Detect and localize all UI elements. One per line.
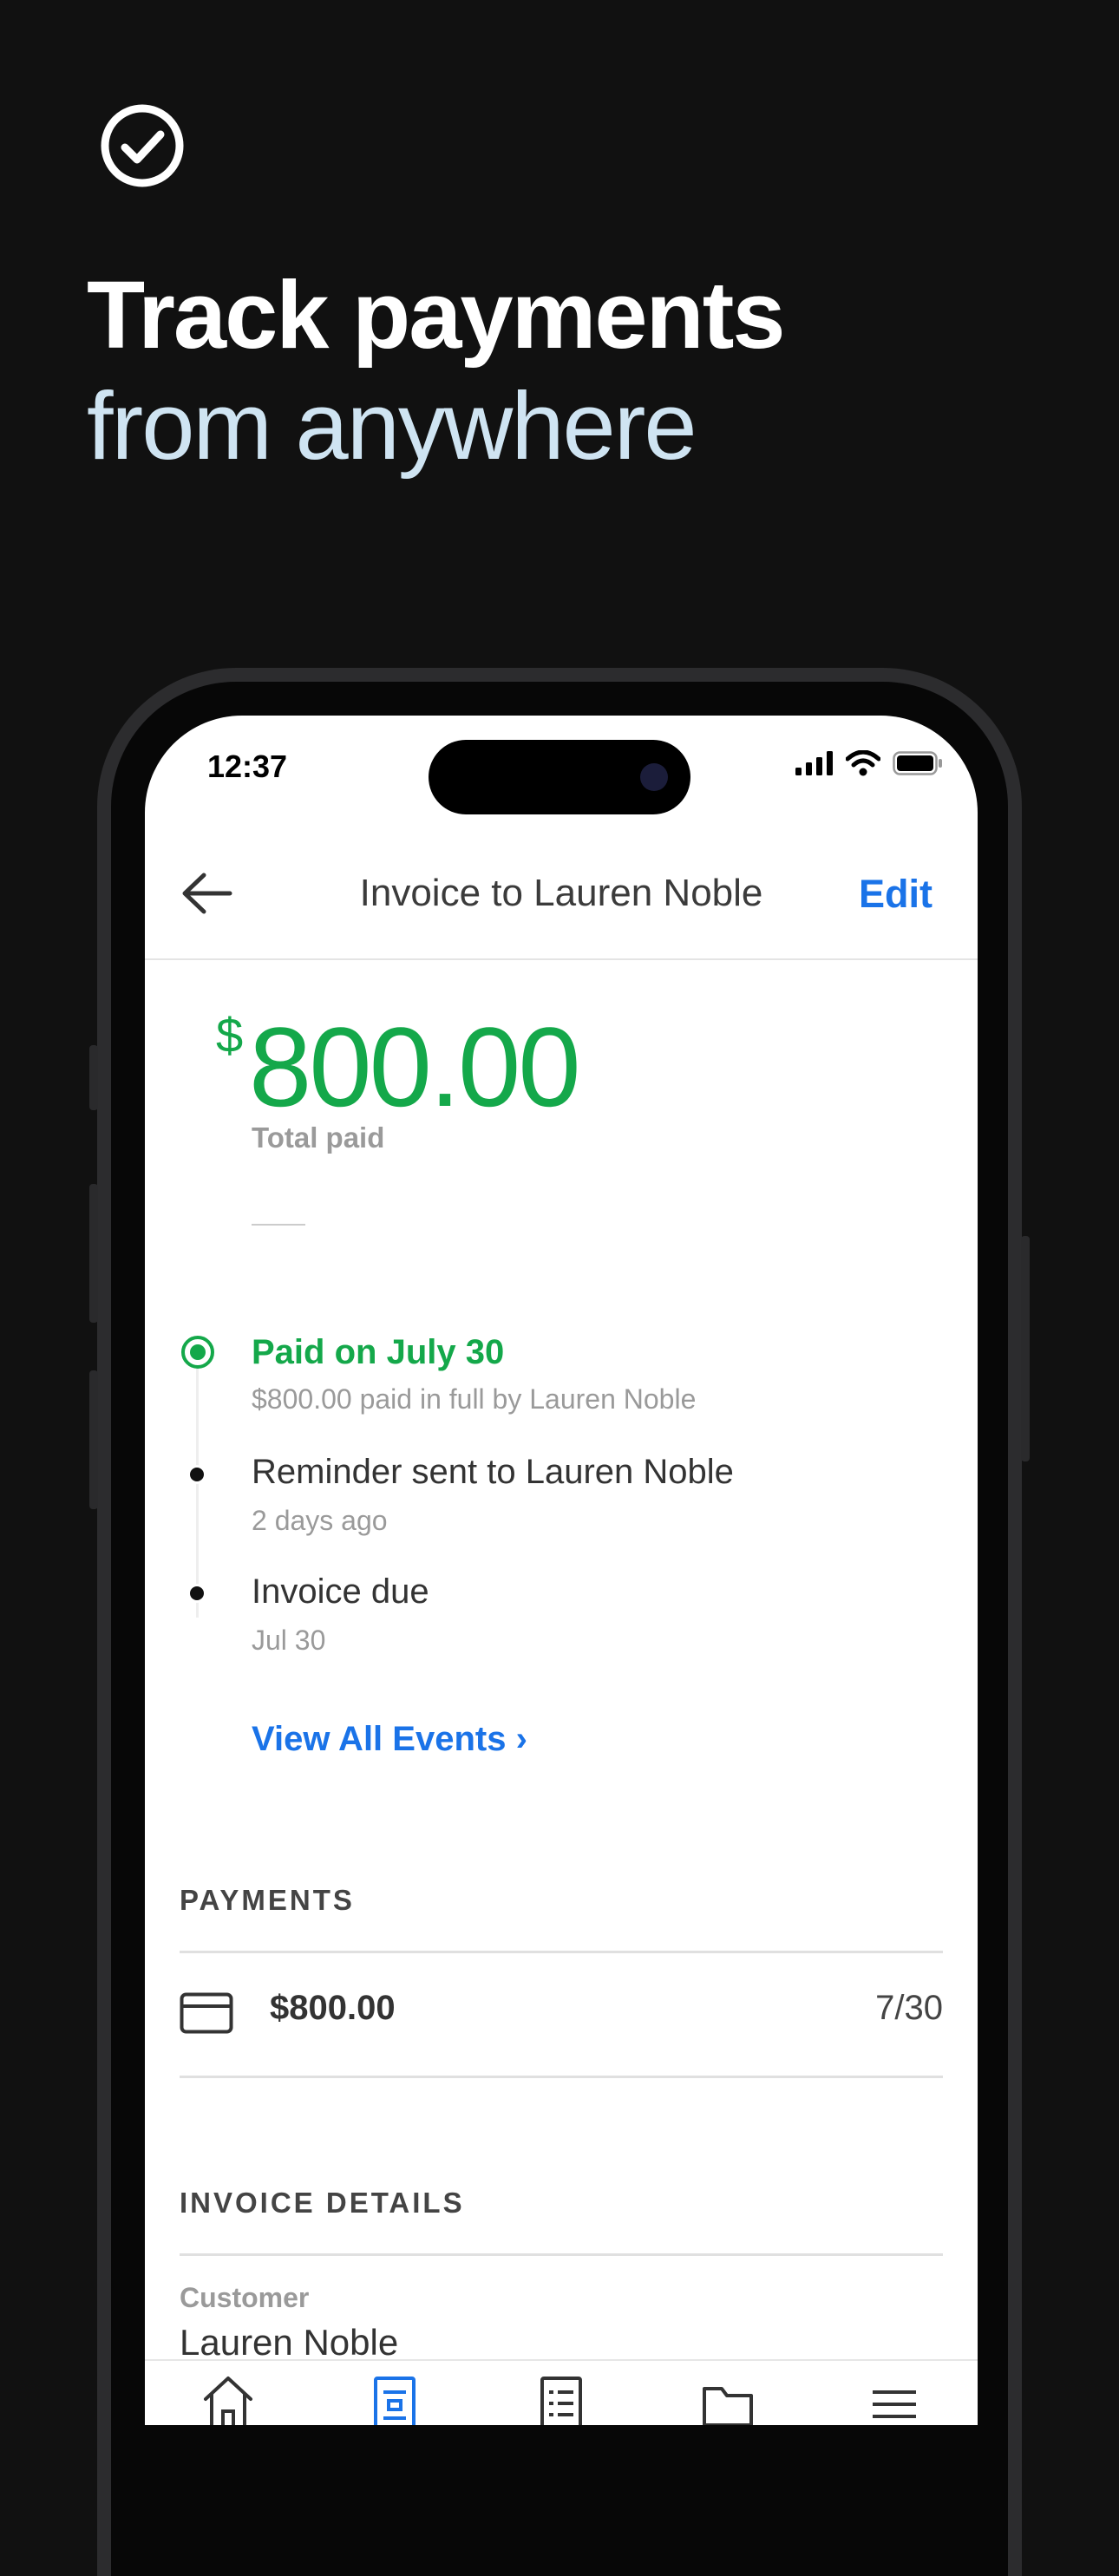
payment-row[interactable]: $800.00 7/30: [180, 1952, 943, 2074]
phone-power-button: [1021, 1236, 1030, 1461]
divider: [180, 2076, 943, 2078]
amount-value: 800.00: [249, 1004, 581, 1130]
credit-card-icon: [180, 1992, 233, 2034]
wifi-icon: [846, 750, 880, 776]
list-icon[interactable]: [534, 2373, 588, 2425]
view-all-events-link[interactable]: View All Events ›: [252, 1720, 527, 1759]
divider: [252, 1224, 305, 1226]
payments-header: PAYMENTS: [180, 1884, 355, 1916]
amount-label: Total paid: [252, 1121, 385, 1154]
timeline-line: [196, 1357, 199, 1618]
dynamic-island: [429, 740, 690, 814]
timeline-current-icon: [181, 1336, 214, 1369]
phone-screen: 12:37 Invoice to Lauren Noble Edit $ 800…: [145, 716, 978, 2425]
checkmark-circle-icon: [101, 104, 184, 187]
timeline-title: Invoice due: [252, 1572, 429, 1611]
currency-symbol: $: [216, 1008, 244, 1062]
status-icons: [795, 750, 943, 776]
menu-icon[interactable]: [867, 2373, 921, 2425]
timeline-dot-icon: [187, 1465, 206, 1484]
timeline-subtitle: 2 days ago: [252, 1505, 388, 1536]
phone-volume-down: [89, 1370, 98, 1509]
headline-line-2: from anywhere: [87, 373, 697, 480]
timeline-title: Paid on July 30: [252, 1333, 505, 1371]
nav-bar: Invoice to Lauren Noble Edit: [145, 828, 978, 960]
payment-date: 7/30: [875, 1989, 943, 2027]
invoice-details-header: INVOICE DETAILS: [180, 2187, 465, 2219]
payment-amount: $800.00: [270, 1989, 396, 2027]
customer-value: Lauren Noble: [180, 2322, 399, 2363]
nav-title: Invoice to Lauren Noble: [359, 872, 763, 914]
folder-icon[interactable]: [701, 2373, 755, 2425]
headline-line-1: Track payments: [87, 262, 786, 369]
phone-volume-up: [89, 1184, 98, 1323]
battery-icon: [893, 751, 942, 775]
invoices-icon[interactable]: [368, 2373, 422, 2425]
timeline-subtitle: Jul 30: [252, 1625, 326, 1656]
timeline-subtitle: $800.00 paid in full by Lauren Noble: [252, 1383, 697, 1415]
signal-icon: [795, 751, 833, 775]
edit-button[interactable]: Edit: [859, 872, 932, 917]
divider: [180, 2253, 943, 2256]
timeline-title: Reminder sent to Lauren Noble: [252, 1453, 734, 1491]
home-icon[interactable]: [201, 2373, 255, 2425]
status-time: 12:37: [207, 749, 288, 784]
camera-icon: [640, 763, 668, 791]
marketing-headline: Track payments from anywhere: [87, 260, 786, 482]
tab-bar: [145, 2359, 978, 2425]
customer-label: Customer: [180, 2282, 310, 2313]
timeline-dot-icon: [187, 1584, 206, 1603]
phone-side-button: [89, 1045, 98, 1110]
